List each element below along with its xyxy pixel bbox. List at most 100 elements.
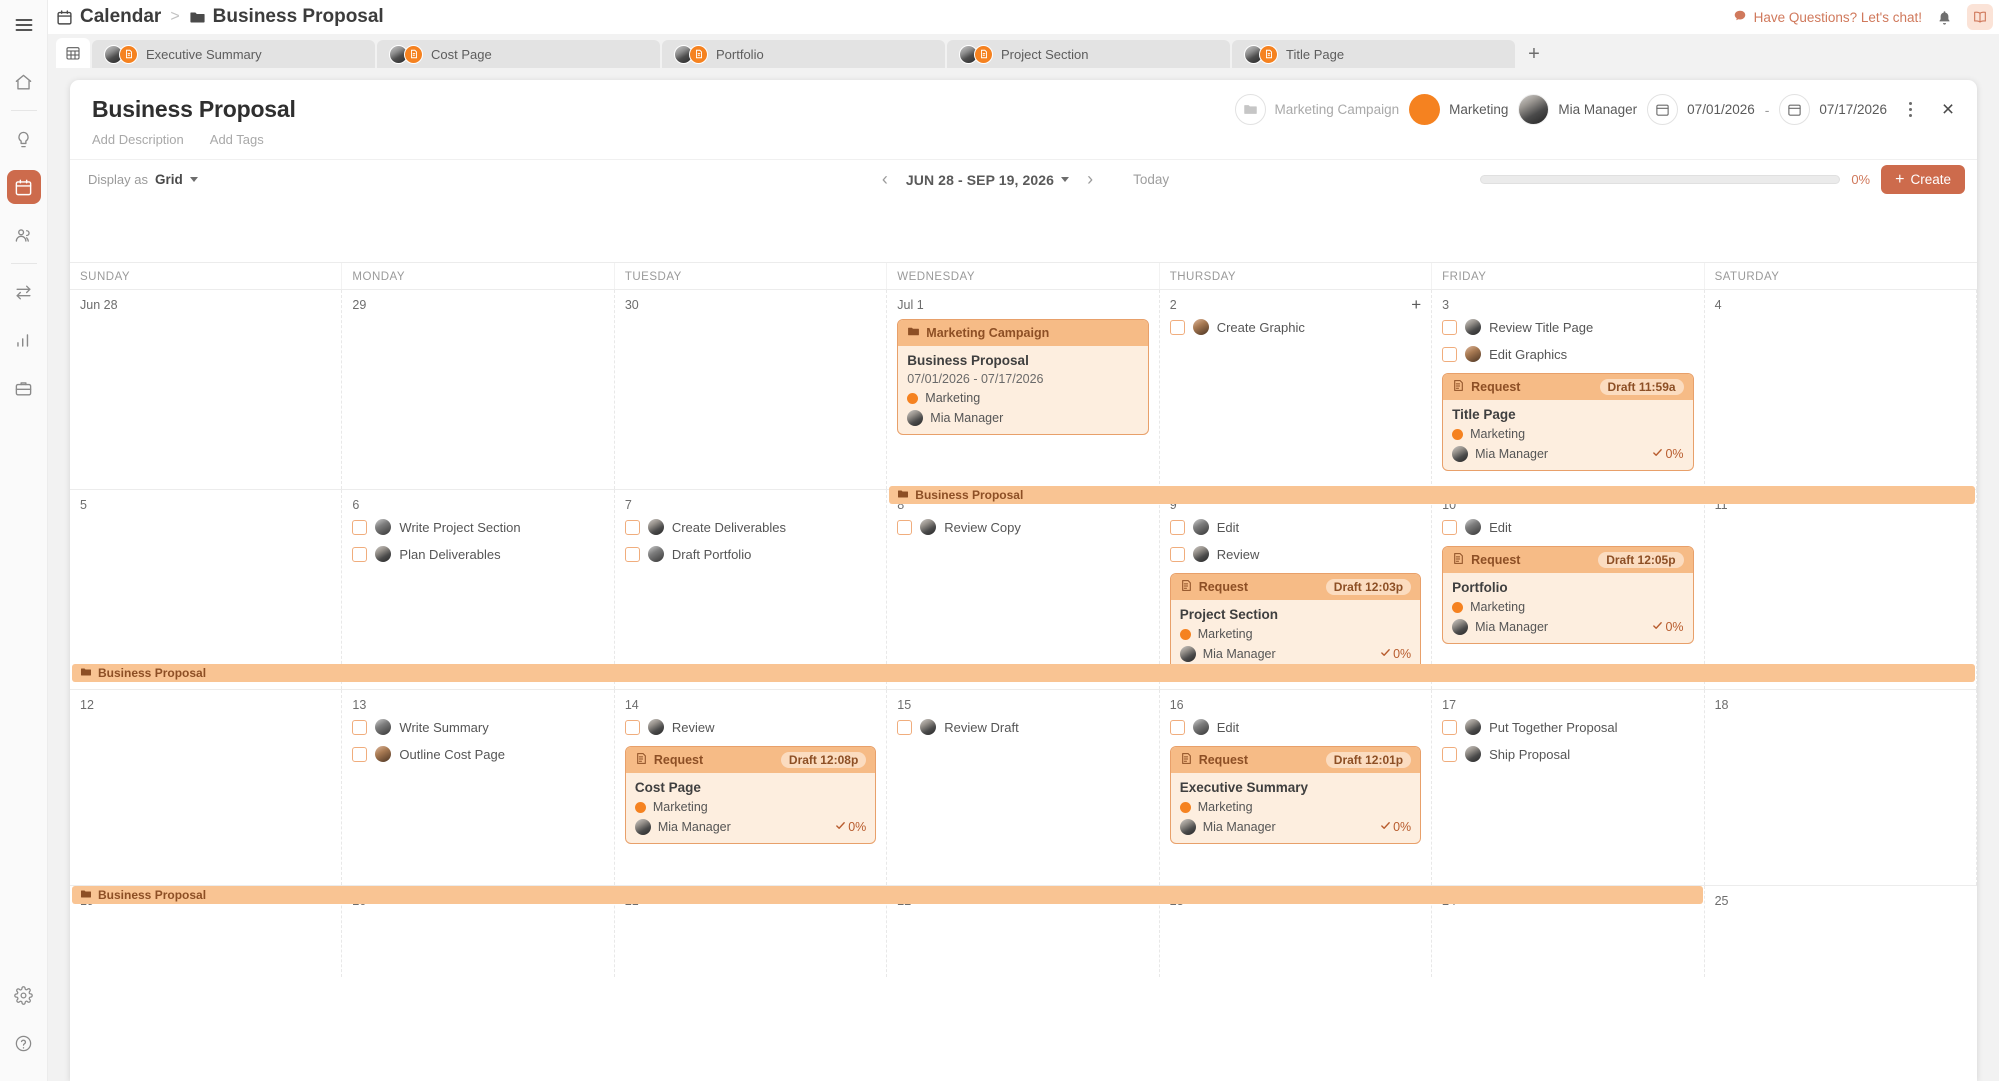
- task-item[interactable]: Create Graphic: [1169, 319, 1421, 335]
- task-checkbox[interactable]: [624, 546, 640, 562]
- calendar-day-cell[interactable]: 17+ Put Together Proposal Ship Proposal: [1432, 690, 1705, 885]
- task-item[interactable]: Plan Deliverables: [352, 546, 603, 562]
- task-checkbox[interactable]: [1169, 546, 1185, 562]
- event-span-bar[interactable]: Business Proposal: [72, 664, 1975, 682]
- next-range-button[interactable]: ›: [1083, 169, 1097, 190]
- task-item[interactable]: Edit: [1169, 719, 1421, 735]
- add-tab-button[interactable]: +: [1517, 40, 1551, 68]
- calendar-day-cell[interactable]: 15+ Review Draft: [887, 690, 1160, 885]
- task-item[interactable]: Outline Cost Page: [352, 746, 603, 762]
- task-item[interactable]: Ship Proposal: [1442, 746, 1693, 762]
- breadcrumb-business-proposal[interactable]: Business Proposal: [213, 6, 384, 28]
- tab-title-page[interactable]: Title Page: [1232, 40, 1515, 68]
- campaign-field[interactable]: Marketing Campaign: [1234, 94, 1399, 125]
- calendar-day-cell[interactable]: 30+: [615, 290, 888, 489]
- task-item[interactable]: Review: [1169, 546, 1421, 562]
- more-options-button[interactable]: [1897, 96, 1923, 124]
- calendar-day-cell[interactable]: 14+ Review Request Draft 12:08p Cost Page Mar…: [615, 690, 888, 885]
- task-checkbox[interactable]: [897, 719, 913, 735]
- sidebar-item-workflows[interactable]: [7, 275, 41, 309]
- event-card[interactable]: Request Draft 12:01p Executive Summary Mark…: [1169, 746, 1422, 844]
- event-card[interactable]: Marketing Campaign Business Proposal 07/01…: [897, 319, 1149, 435]
- event-card[interactable]: Request Draft 11:59a Title Page Marketing Mi…: [1442, 373, 1694, 471]
- sidebar-item-home[interactable]: [7, 65, 41, 99]
- tab-executive-summary[interactable]: Executive Summary: [92, 40, 375, 68]
- event-card[interactable]: Request Draft 12:05p Portfolio Marketing Mia…: [1442, 546, 1694, 644]
- task-checkbox[interactable]: [352, 546, 368, 562]
- display-as-control[interactable]: Display as Grid: [88, 172, 198, 187]
- calendar-day-cell[interactable]: 12+: [70, 690, 343, 885]
- calendar-day-cell[interactable]: 8+Review Copy: [887, 490, 1160, 689]
- start-date-field[interactable]: 07/01/2026: [1647, 94, 1755, 125]
- task-checkbox[interactable]: [1169, 519, 1185, 535]
- gear-icon[interactable]: [7, 978, 41, 1012]
- task-item[interactable]: Edit: [1169, 519, 1421, 535]
- breadcrumb-calendar[interactable]: Calendar: [80, 6, 161, 28]
- close-icon[interactable]: ×: [1933, 95, 1963, 125]
- sidebar-item-people[interactable]: [7, 218, 41, 252]
- task-item[interactable]: Review Copy: [897, 519, 1148, 535]
- date-range-selector[interactable]: JUN 28 - SEP 19, 2026: [906, 172, 1070, 188]
- task-checkbox[interactable]: [1442, 746, 1458, 762]
- bell-icon[interactable]: [1936, 9, 1953, 26]
- calendar-day-cell[interactable]: 5+: [70, 490, 343, 689]
- add-tags-button[interactable]: Add Tags: [210, 132, 264, 147]
- task-item[interactable]: Draft Portfolio: [624, 546, 876, 562]
- add-item-button[interactable]: +: [1411, 296, 1421, 313]
- calendar-day-cell[interactable]: 9+EditReviewRequestDraft 12:03pProject S…: [1160, 490, 1433, 689]
- task-checkbox[interactable]: [1442, 719, 1458, 735]
- task-item[interactable]: Put Together Proposal: [1442, 719, 1693, 735]
- event-span-bar[interactable]: Business Proposal: [889, 486, 1975, 504]
- event-card[interactable]: Request Draft 12:08p Cost Page Marketing Mia…: [624, 746, 877, 844]
- hamburger-icon[interactable]: [9, 10, 39, 40]
- today-button[interactable]: Today: [1133, 172, 1169, 187]
- task-item[interactable]: Review Title Page: [1442, 319, 1693, 335]
- event-span-bar[interactable]: Business Proposal: [72, 886, 1703, 904]
- prev-range-button[interactable]: ‹: [878, 169, 892, 190]
- task-checkbox[interactable]: [624, 519, 640, 535]
- task-checkbox[interactable]: [897, 519, 913, 535]
- task-checkbox[interactable]: [1442, 346, 1458, 362]
- add-description-button[interactable]: Add Description: [92, 132, 184, 147]
- assignee-field[interactable]: Mia Manager: [1518, 94, 1637, 125]
- book-icon[interactable]: [1967, 4, 1993, 30]
- calendar-day-cell[interactable]: 6+ Write Project Section Plan Deliverables: [342, 490, 615, 689]
- task-checkbox[interactable]: [352, 746, 368, 762]
- create-button[interactable]: + Create: [1881, 165, 1965, 194]
- calendar-day-cell[interactable]: 25+: [1705, 886, 1977, 977]
- tab-calendar-home[interactable]: [56, 38, 90, 68]
- sidebar-item-portfolio[interactable]: [7, 371, 41, 405]
- task-checkbox[interactable]: [1169, 719, 1185, 735]
- calendar-day-cell[interactable]: 18+: [1705, 690, 1977, 885]
- calendar-day-cell[interactable]: 11+: [1705, 490, 1977, 689]
- tab-cost-page[interactable]: Cost Page: [377, 40, 660, 68]
- calendar-day-cell[interactable]: 2 + Create Graphic: [1160, 290, 1433, 489]
- calendar-day-cell[interactable]: Jul 1+ Marketing Campaign Business Proposa…: [887, 290, 1160, 489]
- task-item[interactable]: Review Draft: [897, 719, 1148, 735]
- end-date-field[interactable]: 07/17/2026: [1779, 94, 1887, 125]
- team-field[interactable]: Marketing: [1409, 94, 1508, 125]
- tab-portfolio[interactable]: Portfolio: [662, 40, 945, 68]
- calendar-day-cell[interactable]: 10+EditRequestDraft 12:05pPortfolioMarke…: [1432, 490, 1705, 689]
- calendar-day-cell[interactable]: 3+ Review Title Page Edit Graphics Request D…: [1432, 290, 1705, 489]
- task-item[interactable]: Review: [624, 719, 876, 735]
- chat-link[interactable]: Have Questions? Let's chat!: [1733, 9, 1922, 26]
- sidebar-item-calendar[interactable]: [6, 170, 41, 204]
- help-circle-icon[interactable]: [7, 1026, 41, 1060]
- task-checkbox[interactable]: [1442, 519, 1458, 535]
- task-checkbox[interactable]: [352, 519, 368, 535]
- calendar-day-cell[interactable]: 4+: [1705, 290, 1977, 489]
- tab-project-section[interactable]: Project Section: [947, 40, 1230, 68]
- calendar-day-cell[interactable]: 16+ Edit Request Draft 12:01p Executive Summ…: [1160, 690, 1433, 885]
- task-item[interactable]: Edit Graphics: [1442, 346, 1693, 362]
- event-card[interactable]: Request Draft 12:03p Project Section Market…: [1169, 573, 1422, 671]
- task-checkbox[interactable]: [1442, 319, 1458, 335]
- task-item[interactable]: Write Summary: [352, 719, 603, 735]
- task-checkbox[interactable]: [352, 719, 368, 735]
- task-item[interactable]: Edit: [1442, 519, 1693, 535]
- calendar-day-cell[interactable]: 7+ Create Deliverables Draft Portfolio: [615, 490, 888, 689]
- task-checkbox[interactable]: [624, 719, 640, 735]
- task-checkbox[interactable]: [1169, 319, 1185, 335]
- calendar-day-cell[interactable]: 29+: [342, 290, 615, 489]
- calendar-day-cell[interactable]: Jun 28+: [70, 290, 343, 489]
